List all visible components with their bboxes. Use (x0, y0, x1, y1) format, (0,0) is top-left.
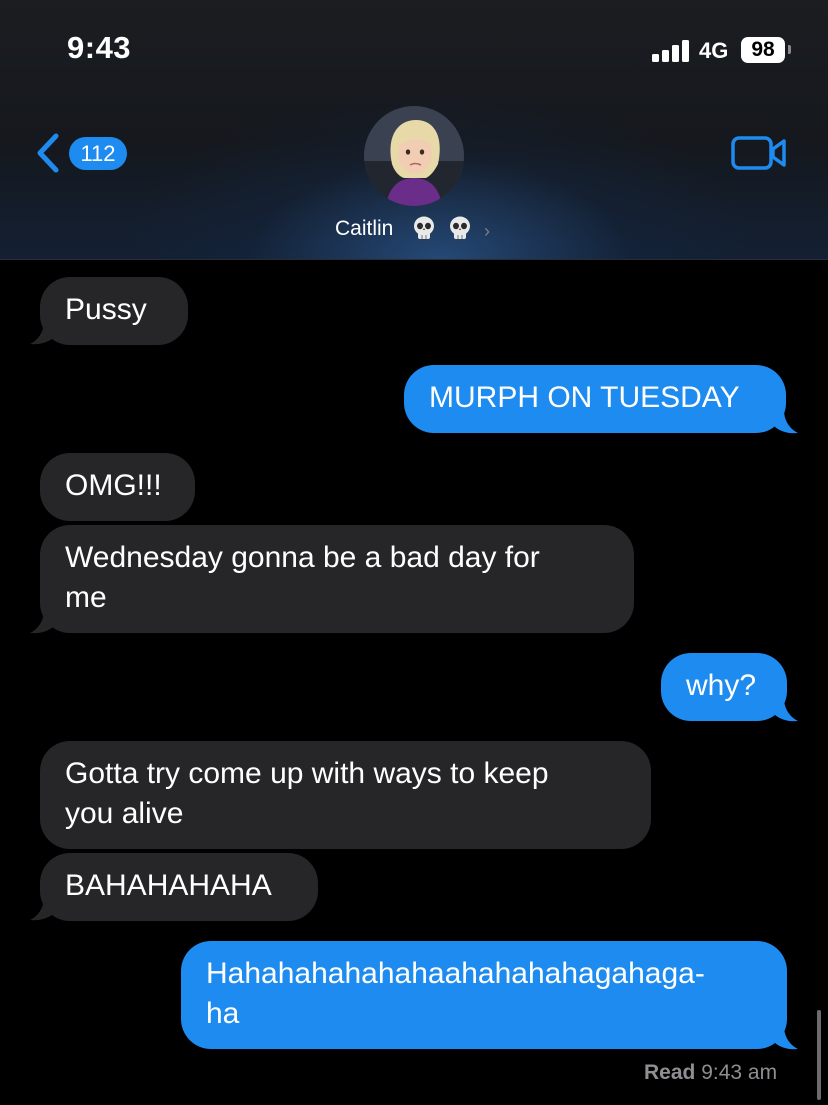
scrollbar[interactable] (817, 1010, 821, 1100)
battery-cap (788, 45, 791, 54)
skull-emoji-icon (450, 216, 470, 239)
contact-photo-icon (364, 106, 464, 206)
back-unread-count[interactable]: 112 (69, 137, 127, 170)
video-camera-icon[interactable] (730, 135, 788, 171)
message-bubble-incoming[interactable]: OMG!!! (40, 453, 195, 521)
message-bubble-incoming[interactable]: Gotta try come up with ways to keep you … (40, 741, 651, 849)
message-bubble-outgoing[interactable]: why? (661, 653, 787, 721)
battery-indicator: 98 (741, 37, 785, 63)
cellular-signal-icon (652, 40, 690, 62)
message-bubble-incoming[interactable]: BAHAHAHAHA (40, 853, 318, 921)
skull-emoji-icon (414, 216, 434, 239)
message-bubble-outgoing[interactable]: MURPH ON TUESDAY (404, 365, 786, 433)
status-time: 9:43 (67, 30, 132, 65)
read-receipt: Read 9:43 am (644, 1061, 777, 1085)
read-receipt-time: 9:43 am (701, 1061, 778, 1084)
read-receipt-label: Read (644, 1061, 696, 1084)
network-type: 4G (699, 38, 729, 63)
chevron-right-icon[interactable]: › (484, 221, 490, 242)
contact-name[interactable]: Caitlin (335, 217, 393, 241)
contact-avatar[interactable] (364, 106, 464, 206)
message-bubble-incoming[interactable]: Pussy (40, 277, 188, 345)
message-bubble-outgoing[interactable]: Hahahahahahahaahahahahagahaga- ha (181, 941, 787, 1049)
message-bubble-incoming[interactable]: Wednesday gonna be a bad day for me (40, 525, 634, 633)
back-chevron-icon[interactable] (34, 133, 62, 173)
